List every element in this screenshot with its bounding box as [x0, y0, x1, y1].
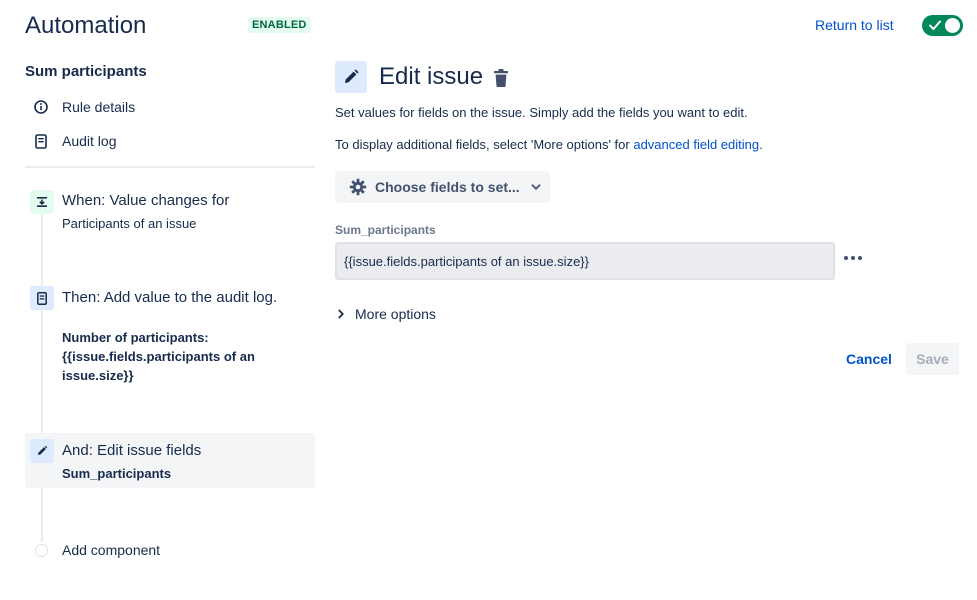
rule-step-audit-log[interactable]: Then: Add value to the audit log. Number…: [25, 282, 315, 392]
step-title: When: Value changes for: [62, 192, 230, 209]
step-title: Then: Add value to the audit log.: [62, 289, 278, 306]
status-badge: ENABLED: [248, 17, 311, 33]
trigger-icon: [30, 190, 54, 214]
choose-fields-label: Choose fields to set...: [375, 179, 520, 195]
return-to-list-link[interactable]: Return to list: [815, 17, 894, 33]
audit-log-label: Audit log: [62, 133, 117, 149]
check-icon: [929, 20, 941, 30]
audit-log-link[interactable]: Audit log: [33, 131, 116, 151]
cancel-button[interactable]: Cancel: [838, 343, 900, 375]
additional-fields-prefix: To display additional fields, select 'Mo…: [335, 137, 634, 152]
rule-name: Sum participants: [25, 63, 147, 80]
add-component-label: Add component: [62, 542, 161, 558]
chevron-right-icon: [338, 309, 344, 319]
info-icon: [33, 99, 49, 115]
trash-icon[interactable]: [492, 68, 510, 88]
sum-participants-label: Sum_participants: [335, 223, 436, 237]
choose-fields-button[interactable]: Choose fields to set...: [335, 171, 550, 203]
rule-details-label: Rule details: [62, 99, 136, 115]
more-actions-icon[interactable]: [842, 248, 864, 268]
additional-fields-text: To display additional fields, select 'Mo…: [335, 137, 763, 152]
step-detail-line2: {{issue.fields.participants of an: [62, 349, 255, 364]
more-options-label: More options: [355, 306, 436, 322]
more-options-toggle[interactable]: More options: [336, 304, 436, 324]
toggle-knob: [945, 18, 960, 33]
step-detail: Sum_participants: [62, 466, 172, 481]
document-icon: [30, 286, 54, 310]
sum-participants-input[interactable]: [335, 242, 835, 280]
step-detail-line1: Number of participants:: [62, 330, 209, 345]
pencil-icon: [30, 439, 54, 463]
sidebar-divider: [25, 166, 315, 168]
advanced-field-editing-link[interactable]: advanced field editing: [633, 137, 759, 152]
additional-fields-suffix: .: [759, 137, 763, 152]
add-component-dot: [35, 543, 48, 557]
rule-enabled-toggle[interactable]: [922, 15, 963, 36]
page-title: Edit issue: [379, 63, 484, 90]
document-icon: [33, 133, 49, 149]
step-subtitle: Participants of an issue: [62, 216, 197, 231]
step-title: And: Edit issue fields: [62, 442, 202, 459]
save-button[interactable]: Save: [906, 343, 959, 375]
rule-details-link[interactable]: Rule details: [33, 97, 135, 117]
step-detail-line3: issue.size}}: [62, 368, 134, 383]
rule-step-edit-issue[interactable]: And: Edit issue fields Sum_participants: [25, 433, 315, 488]
rule-step-trigger[interactable]: When: Value changes for Participants of …: [25, 186, 315, 246]
edit-issue-description: Set values for fields on the issue. Simp…: [335, 105, 748, 120]
automation-page: Automation ENABLED Return to list Sum pa…: [0, 0, 977, 600]
pencil-icon: [335, 61, 367, 93]
add-component-button[interactable]: Add component: [35, 540, 160, 560]
gear-icon: [349, 178, 367, 196]
app-title: Automation: [25, 12, 147, 39]
chevron-down-icon: [531, 184, 541, 190]
